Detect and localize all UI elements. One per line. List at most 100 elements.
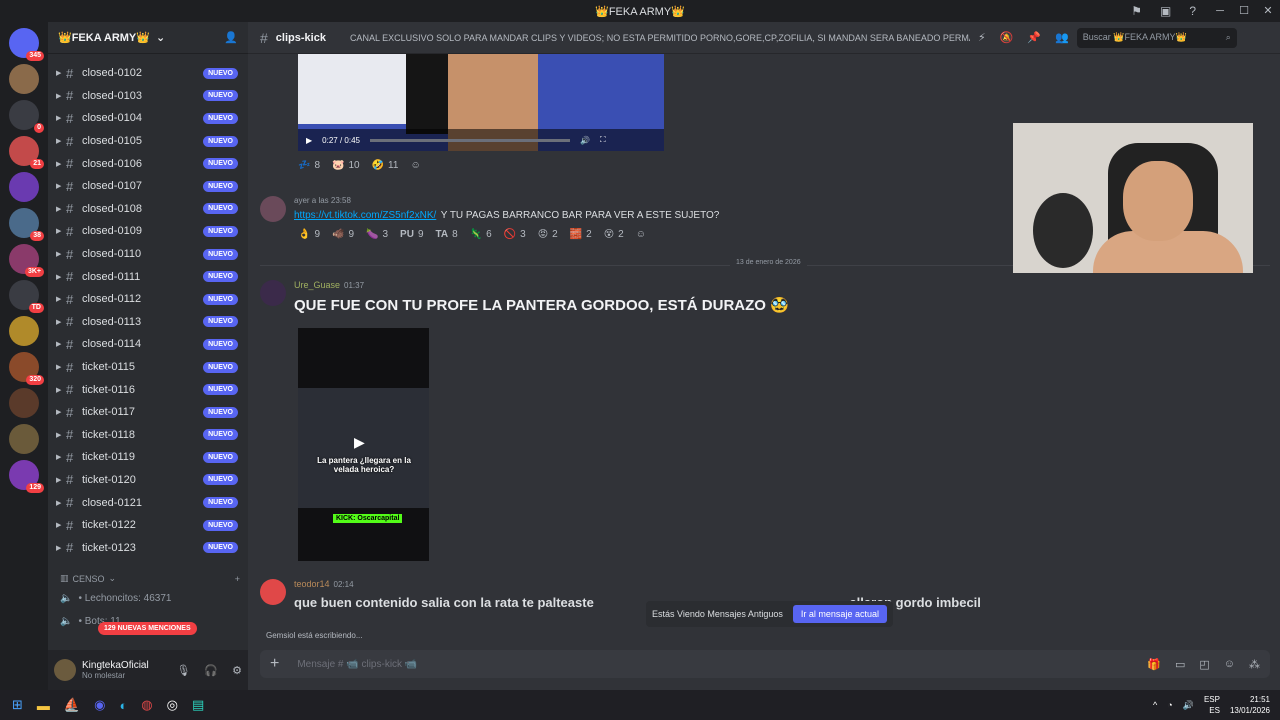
channel-item[interactable]: ▶ # ticket-0122 NUEVO — [48, 514, 248, 537]
reaction[interactable]: 🧱 2 — [570, 229, 592, 240]
server-icon[interactable]: 38 — [9, 208, 44, 241]
server-icon[interactable]: 0 — [9, 100, 44, 133]
notepad-icon[interactable]: ▤ — [192, 697, 204, 713]
volume-icon[interactable]: 🔊 — [580, 136, 590, 145]
channel-item[interactable]: ▶ # closed-0107 NUEVO — [48, 175, 248, 198]
discord-icon[interactable]: ◉ — [94, 697, 105, 713]
channel-item[interactable]: ▶ # closed-0110 NUEVO — [48, 243, 248, 266]
clock[interactable]: 21:51 13/01/2026 — [1230, 694, 1270, 716]
play-icon[interactable]: ▶ — [306, 136, 312, 145]
apps-icon[interactable]: ⁂ — [1249, 658, 1260, 671]
server-icon[interactable] — [9, 388, 39, 418]
server-icon[interactable] — [9, 316, 39, 346]
add-member-icon[interactable]: 👤 — [224, 31, 238, 44]
channel-item[interactable]: ▶ # closed-0104 NUEVO — [48, 107, 248, 130]
reaction[interactable]: 🐷 10 — [332, 160, 360, 171]
reaction[interactable]: 🦎 6 — [470, 229, 492, 240]
channel-item[interactable]: ▶ # closed-0108 NUEVO — [48, 198, 248, 221]
category-censo[interactable]: ▥ CENSO ⌄ + — [60, 573, 240, 584]
close-button[interactable]: ✕ — [1256, 0, 1280, 22]
channel-topic[interactable]: CANAL EXCLUSIVO SOLO PARA MANDAR CLIPS Y… — [350, 33, 970, 43]
channel-item[interactable]: ▶ # closed-0121 NUEVO — [48, 491, 248, 514]
progress-bar[interactable] — [369, 138, 570, 142]
reaction[interactable]: 👌 9 — [298, 229, 320, 240]
steam-icon[interactable]: ⛵ — [64, 697, 80, 713]
app-icon[interactable]: ◍ — [141, 697, 152, 713]
add-reaction-icon[interactable]: ☺ — [636, 229, 646, 240]
avatar[interactable] — [54, 659, 76, 681]
reaction[interactable]: 🐗 9 — [332, 229, 354, 240]
avatar[interactable] — [260, 280, 286, 306]
channel-item[interactable]: ▶ # ticket-0119 NUEVO — [48, 446, 248, 469]
server-icon[interactable]: 21 — [9, 136, 44, 169]
channel-item[interactable]: ▶ # ticket-0116 NUEVO — [48, 378, 248, 401]
channel-item[interactable]: ▶ # ticket-0120 NUEVO — [48, 469, 248, 492]
gear-icon[interactable]: ⚙ — [232, 664, 242, 677]
reaction[interactable]: 💤 8 — [298, 160, 320, 171]
help-icon[interactable]: ? — [1189, 4, 1196, 18]
channel-item[interactable]: ▶ # ticket-0123 NUEVO — [48, 536, 248, 559]
message-author[interactable]: Ure_Guase — [294, 280, 340, 290]
reaction[interactable]: PU 9 — [400, 229, 423, 240]
avatar[interactable] — [260, 579, 286, 605]
voice-channel-lechoncitos[interactable]: 🔈 • Lechoncitos: 46371 — [60, 593, 171, 604]
video-embed[interactable]: ▶ La pantera ¿llegara en la velada heroi… — [298, 328, 429, 561]
channel-item[interactable]: ▶ # closed-0114 NUEVO — [48, 333, 248, 356]
reaction[interactable]: 🤣 11 — [372, 160, 399, 171]
minimize-button[interactable]: ─ — [1208, 0, 1232, 22]
play-icon[interactable]: ▶ — [354, 434, 365, 451]
message-author[interactable]: teodor14 — [294, 579, 330, 589]
gift-icon[interactable]: 🎁 — [1147, 658, 1161, 671]
server-icon[interactable]: 129 — [9, 460, 44, 493]
edge-icon[interactable]: ◐ — [119, 698, 127, 713]
headphones-icon[interactable]: 🎧 — [204, 664, 218, 677]
server-icon[interactable] — [9, 424, 39, 454]
reaction[interactable]: 🍆 3 — [366, 229, 388, 240]
jump-to-present-button[interactable]: Ir al mensaje actual — [792, 605, 887, 623]
file-explorer-icon[interactable]: ▬ — [37, 698, 50, 713]
add-attachment-icon[interactable]: + — [270, 655, 279, 673]
pin-icon[interactable]: 📌 — [1027, 31, 1041, 44]
maximize-button[interactable]: ☐ — [1232, 0, 1256, 22]
channel-item[interactable]: ▶ # ticket-0118 NUEVO — [48, 424, 248, 447]
wifi-icon[interactable]: ◔ — [1167, 700, 1172, 710]
members-icon[interactable]: 👥 — [1055, 31, 1069, 44]
emoji-icon[interactable]: ☺ — [1224, 658, 1235, 671]
screen-icon[interactable]: ▣ — [1160, 4, 1171, 18]
channel-item[interactable]: ▶ # ticket-0117 NUEVO — [48, 401, 248, 424]
server-icon[interactable]: 320 — [9, 352, 44, 385]
channel-item[interactable]: ▶ # closed-0113 NUEVO — [48, 311, 248, 334]
fullscreen-icon[interactable]: ⛶ — [600, 135, 606, 145]
server-icon[interactable]: TD — [9, 280, 44, 313]
channel-item[interactable]: ▶ # closed-0111 NUEVO — [48, 265, 248, 288]
message-composer[interactable]: + Mensaje # 📹 clips-kick 📹 🎁 ▭ ◰ ☺ ⁂ — [260, 650, 1270, 678]
new-mentions-badge[interactable]: 129 NUEVAS MENCIONES — [98, 622, 197, 635]
mute-icon[interactable]: 🔕 — [1000, 31, 1014, 44]
server-header[interactable]: 👑FEKA ARMY👑 ⌄ 👤 — [48, 22, 248, 54]
reaction[interactable]: TA 8 — [436, 229, 458, 240]
gif-icon[interactable]: ▭ — [1175, 658, 1185, 671]
channel-item[interactable]: ▶ # closed-0102 NUEVO — [48, 62, 248, 85]
add-channel-icon[interactable]: + — [235, 574, 240, 584]
windows-start-icon[interactable]: ⊞ — [12, 697, 23, 713]
flag-icon[interactable]: ⚑ — [1131, 4, 1142, 18]
reaction[interactable]: 🚫 3 — [504, 229, 526, 240]
search-input[interactable]: Buscar 👑FEKA ARMY👑 ⌕ — [1076, 27, 1237, 48]
video-player[interactable]: ▶ 0:27 / 0:45 🔊 ⛶ — [298, 54, 664, 151]
server-icon[interactable] — [9, 64, 39, 94]
message-link[interactable]: https://vt.tiktok.com/ZS5nf2xNK/ — [294, 210, 436, 221]
channel-item[interactable]: ▶ # closed-0112 NUEVO — [48, 288, 248, 311]
threads-icon[interactable]: ⚡ — [978, 31, 986, 44]
language-indicator[interactable]: ESP ES — [1204, 694, 1220, 716]
server-icon[interactable]: 3K+ — [9, 244, 44, 277]
microphone-icon[interactable]: 🎙 — [176, 664, 190, 677]
volume-icon[interactable]: 🔊 — [1183, 700, 1194, 711]
add-reaction-icon[interactable]: ☺ — [410, 160, 420, 171]
sticker-icon[interactable]: ◰ — [1199, 658, 1209, 671]
server-icon[interactable]: 345 — [9, 28, 44, 61]
chevron-up-icon[interactable]: ^ — [1153, 700, 1157, 710]
channel-item[interactable]: ▶ # closed-0105 NUEVO — [48, 130, 248, 153]
avatar[interactable] — [260, 196, 286, 222]
channel-item[interactable]: ▶ # closed-0106 NUEVO — [48, 152, 248, 175]
reaction[interactable]: 😵 2 — [604, 229, 624, 240]
